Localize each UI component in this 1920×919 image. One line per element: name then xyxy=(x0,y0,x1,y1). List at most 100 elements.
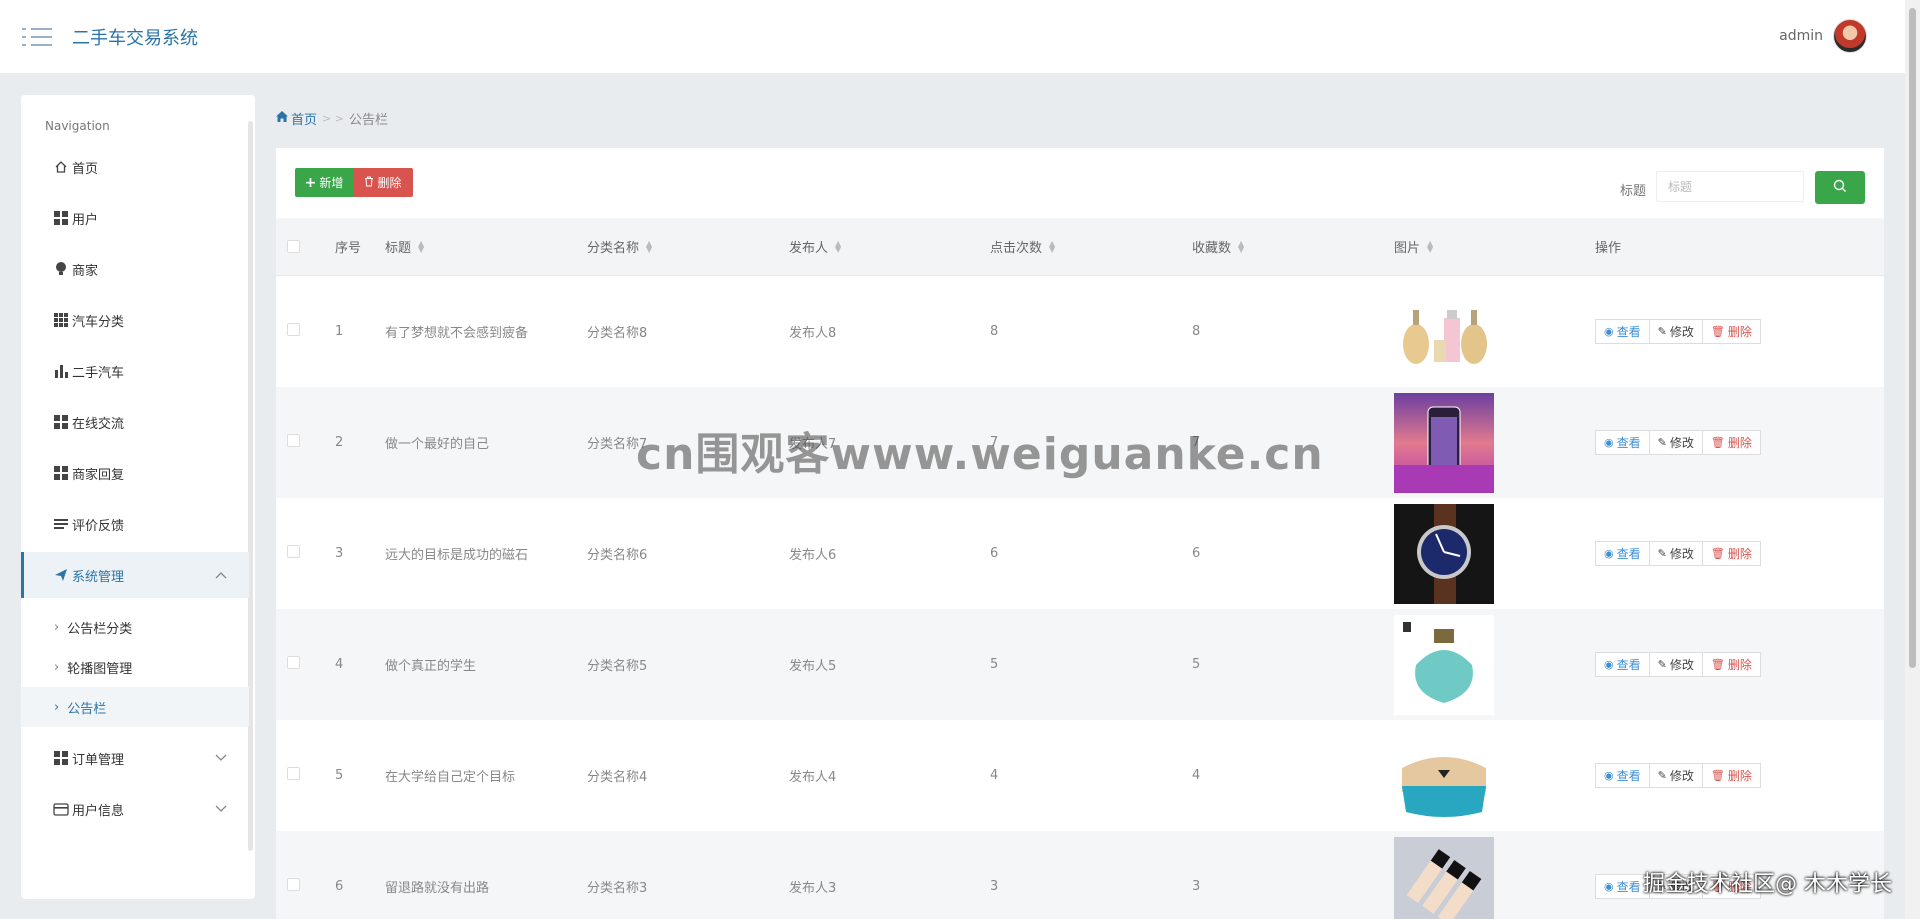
sidebar-item-car-category[interactable]: 汽车分类 xyxy=(21,300,249,340)
row-checkbox[interactable] xyxy=(287,545,300,562)
cell-idx: 5 xyxy=(335,768,344,783)
view-button[interactable]: ◉ 查看 xyxy=(1595,319,1650,344)
col-header-image[interactable]: 图片 ▲ ▼ xyxy=(1394,237,1433,256)
page-scrollbar[interactable] xyxy=(1905,0,1920,919)
cell-title: 有了梦想就不会感到疲备 xyxy=(385,326,529,341)
trash-icon: 🗑 xyxy=(1710,436,1725,449)
sidebar-item-merchants[interactable]: 商家 xyxy=(21,249,249,289)
col-header-favorites[interactable]: 收藏数 ▲ ▼ xyxy=(1192,237,1244,256)
col-header-title[interactable]: 标题 ▲ ▼ xyxy=(385,237,424,256)
bar-chart-icon xyxy=(53,363,69,379)
sidebar-item-orders[interactable]: 订单管理 xyxy=(21,738,249,778)
edit-button[interactable]: ✎ 修改 xyxy=(1649,541,1703,566)
add-button[interactable]: + 新增 xyxy=(295,168,353,197)
cell-publisher: 发布人6 xyxy=(789,548,837,563)
sidebar: Navigation 首页 用户 商家 汽车分类 二手汽车 在线交流 商家回复 … xyxy=(21,95,255,899)
cell-publisher: 发布人8 xyxy=(789,326,837,341)
menu-toggle-icon[interactable] xyxy=(22,26,52,48)
eye-icon: ◉ xyxy=(1604,436,1614,449)
row-delete-button[interactable]: 🗑 删除 xyxy=(1702,874,1761,899)
search-input[interactable] xyxy=(1656,171,1804,202)
cell-clicks: 8 xyxy=(990,324,999,339)
row-checkbox[interactable] xyxy=(287,656,300,673)
row-checkbox[interactable] xyxy=(287,878,300,895)
delete-button[interactable]: 删除 xyxy=(353,168,413,197)
eye-icon: ◉ xyxy=(1604,769,1614,782)
sort-icon[interactable]: ▲ ▼ xyxy=(1238,239,1244,253)
edit-button[interactable]: ✎ 修改 xyxy=(1649,652,1703,677)
sort-icon[interactable]: ▲ ▼ xyxy=(1049,239,1055,253)
table-row: 5 在大学给自己定个目标 分类名称4 发布人4 4 4 ◉ 查看 ✎ 修改 🗑 删除 xyxy=(276,720,1884,831)
lightbulb-icon xyxy=(53,261,69,277)
col-header-publisher[interactable]: 发布人 ▲ ▼ xyxy=(789,237,841,256)
search-button[interactable] xyxy=(1815,171,1865,204)
sidebar-subitem-carousel[interactable]: › 轮播图管理 xyxy=(21,647,249,687)
cell-title: 远大的目标是成功的磁石 xyxy=(385,548,529,563)
sidebar-item-home[interactable]: 首页 xyxy=(21,147,249,187)
cell-category: 分类名称4 xyxy=(587,770,648,785)
eye-icon: ◉ xyxy=(1604,547,1614,560)
grid-icon xyxy=(53,210,69,226)
sort-icon[interactable]: ▲ ▼ xyxy=(1427,239,1433,253)
col-header-ops: 操作 xyxy=(1595,241,1622,256)
row-delete-button[interactable]: 🗑 删除 xyxy=(1702,652,1761,677)
cell-title: 留退路就没有出路 xyxy=(385,881,490,896)
main-panel: + 新增 删除 标题 序号 标题 ▲▼ 分类名称 ▲▼ 发布人 ▲▼ 点击次数 ▲▼ 收… xyxy=(276,148,1884,919)
row-checkbox[interactable] xyxy=(287,323,300,340)
perfume-teal-image xyxy=(1394,614,1494,715)
sidebar-item-used-cars[interactable]: 二手汽车 xyxy=(21,351,249,391)
user-menu[interactable]: admin xyxy=(1779,19,1867,53)
view-button[interactable]: ◉ 查看 xyxy=(1595,541,1650,566)
sidebar-item-merchant-reply[interactable]: 商家回复 xyxy=(21,453,249,493)
edit-button[interactable]: ✎ 修改 xyxy=(1649,874,1703,899)
view-button-label: 查看 xyxy=(1616,769,1641,783)
phone-case-image xyxy=(1394,392,1494,493)
sidebar-item-online-chat[interactable]: 在线交流 xyxy=(21,402,249,442)
search-label: 标题 xyxy=(1619,184,1646,199)
sort-icon[interactable]: ▲ ▼ xyxy=(418,239,424,253)
page-scrollbar-thumb[interactable] xyxy=(1909,8,1916,668)
edit-button-label: 修改 xyxy=(1669,658,1694,672)
select-all-checkbox[interactable] xyxy=(287,240,300,253)
view-button[interactable]: ◉ 查看 xyxy=(1595,763,1650,788)
grid-icon xyxy=(53,750,69,766)
row-actions: ◉ 查看 ✎ 修改 🗑 删除 xyxy=(1595,319,1761,344)
row-actions: ◉ 查看 ✎ 修改 🗑 删除 xyxy=(1595,430,1761,455)
sidebar-subitem-notice-category[interactable]: › 公告栏分类 xyxy=(21,607,249,647)
row-delete-button[interactable]: 🗑 删除 xyxy=(1702,319,1761,344)
sidebar-subitem-notice[interactable]: › 公告栏 xyxy=(21,687,249,727)
row-delete-button[interactable]: 🗑 删除 xyxy=(1702,541,1761,566)
user-name[interactable]: admin xyxy=(1779,28,1823,44)
view-button[interactable]: ◉ 查看 xyxy=(1595,652,1650,677)
view-button[interactable]: ◉ 查看 xyxy=(1595,874,1650,899)
table-row: 6 留退路就没有出路 分类名称3 发布人3 3 3 ◉ 查看 ✎ 修改 🗑 删除 xyxy=(276,831,1884,919)
edit-button[interactable]: ✎ 修改 xyxy=(1649,319,1703,344)
edit-button[interactable]: ✎ 修改 xyxy=(1649,763,1703,788)
sort-icon[interactable]: ▲ ▼ xyxy=(835,239,841,253)
sidebar-item-system[interactable]: 系统管理 xyxy=(21,552,249,598)
sidebar-item-users[interactable]: 用户 xyxy=(21,198,249,238)
col-header-category[interactable]: 分类名称 ▲ ▼ xyxy=(587,237,652,256)
edit-button[interactable]: ✎ 修改 xyxy=(1649,430,1703,455)
breadcrumb-home-link[interactable]: 首页 xyxy=(291,109,317,128)
view-button[interactable]: ◉ 查看 xyxy=(1595,430,1650,455)
sidebar-item-feedback[interactable]: 评价反馈 xyxy=(21,504,249,544)
sidebar-item-user-info[interactable]: 用户信息 xyxy=(21,789,249,829)
wrist-watch-image xyxy=(1394,503,1494,604)
row-delete-button[interactable]: 🗑 删除 xyxy=(1702,430,1761,455)
sort-icon[interactable]: ▲ ▼ xyxy=(646,239,652,253)
table-row: 3 远大的目标是成功的磁石 分类名称6 发布人6 6 6 ◉ 查看 ✎ 修改 🗑 删除 xyxy=(276,498,1884,609)
sidebar-subitem-label: 公告栏 xyxy=(67,701,107,717)
col-header-clicks[interactable]: 点击次数 ▲ ▼ xyxy=(990,237,1055,256)
view-button-label: 查看 xyxy=(1616,547,1641,561)
row-checkbox[interactable] xyxy=(287,767,300,784)
row-actions: ◉ 查看 ✎ 修改 🗑 删除 xyxy=(1595,763,1761,788)
trash-icon xyxy=(364,176,374,190)
row-actions: ◉ 查看 ✎ 修改 🗑 删除 xyxy=(1595,874,1761,899)
avatar[interactable] xyxy=(1833,19,1867,53)
row-delete-button[interactable]: 🗑 删除 xyxy=(1702,763,1761,788)
paper-plane-icon xyxy=(53,567,69,583)
notice-table: 序号 标题 ▲ ▼ 分类名称 ▲ ▼ 发布人 ▲ ▼ 点击次数 ▲ ▼ 收藏数 ▲ ▼ 图片 ▲ ▼ 操… xyxy=(276,218,1884,919)
row-checkbox[interactable] xyxy=(287,434,300,451)
eye-icon: ◉ xyxy=(1604,658,1614,671)
